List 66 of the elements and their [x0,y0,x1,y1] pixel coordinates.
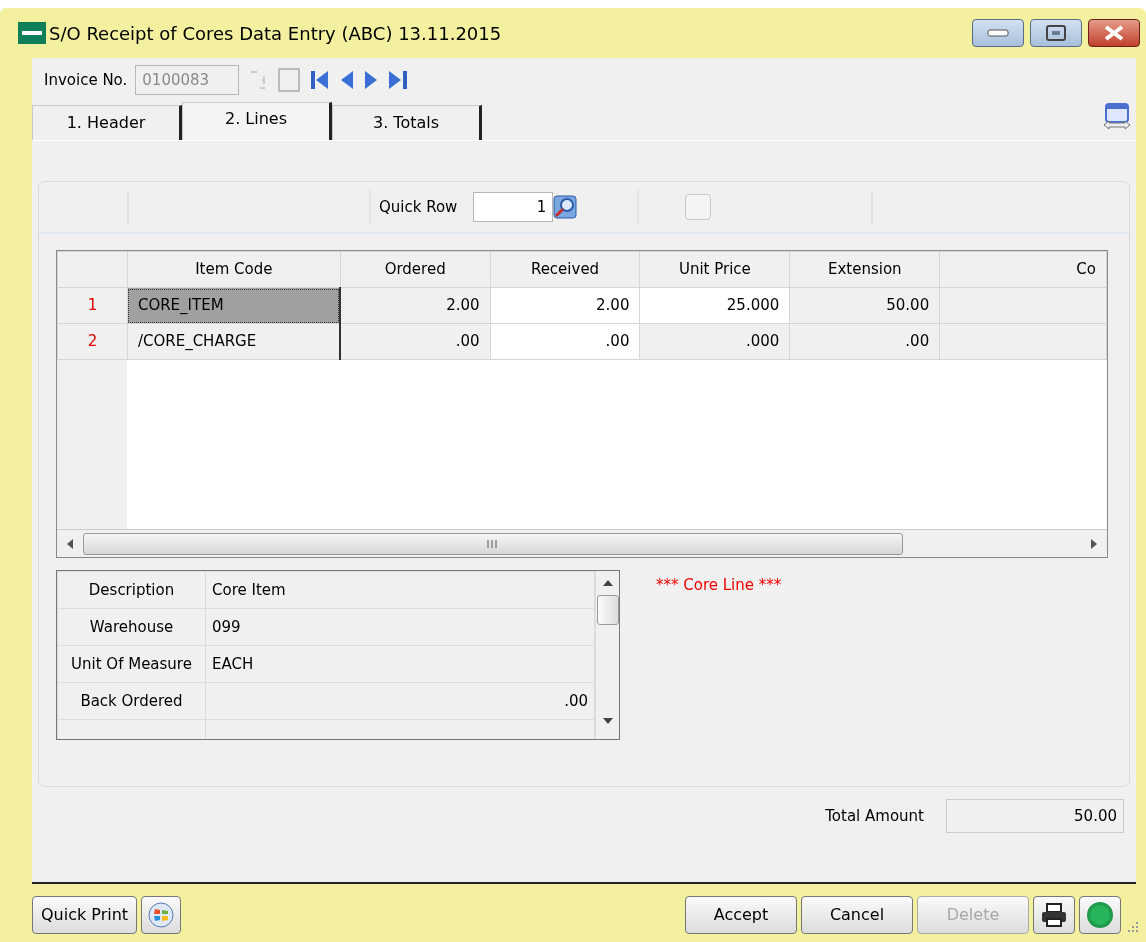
table-cell[interactable]: .000 [639,323,790,360]
detail-label: Back Ordered [57,682,206,720]
lookup-icon[interactable] [553,195,578,219]
table-cell[interactable]: 2.00 [340,287,491,324]
table-cell[interactable]: .00 [490,323,640,360]
scroll-down-icon[interactable] [601,717,614,725]
tab[interactable]: 3. Totals [332,105,482,140]
total-amount-field: 50.00 [946,799,1124,833]
table-cell[interactable]: .00 [340,323,491,360]
tab[interactable]: 2. Lines [182,102,332,140]
detail-value: 099 [205,608,595,646]
table-cell[interactable]: .00 [789,323,940,360]
minimize-icon [987,29,1009,37]
window-title: S/O Receipt of Cores Data Entry (ABC) 13.11.2015 [49,21,502,46]
close-icon [1103,25,1125,41]
detail-value: Core Item [205,571,595,609]
action-button[interactable]: Cancel [801,896,913,934]
maximize-icon [1046,25,1066,41]
help-icon [1086,901,1114,929]
minimize-button[interactable] [972,19,1024,47]
help-button[interactable] [1079,896,1121,934]
detail-label: Description [57,571,206,609]
table-cell[interactable]: 25.000 [639,287,790,324]
table-cell[interactable]: 50.00 [789,287,940,324]
detail-label: Warehouse [57,608,206,646]
scroll-up-icon[interactable] [601,579,614,587]
table-cell[interactable]: /CORE_CHARGE [127,323,341,360]
printer-icon [1040,902,1068,928]
scrollbar-thumb[interactable] [596,595,619,625]
table-cell[interactable]: CORE_ITEM [127,287,341,324]
scroll-right-icon[interactable] [1089,537,1099,550]
close-button[interactable] [1088,19,1140,47]
scroll-left-icon[interactable] [65,537,75,550]
quick-row-label: Quick Row [379,196,458,218]
detail-value: .00 [205,682,595,720]
column-header[interactable]: Item Code [127,251,341,288]
row-number[interactable]: 1 [57,287,128,324]
row-number[interactable]: 2 [57,323,128,360]
last-record-icon[interactable] [387,69,410,91]
action-button[interactable]: Accept [685,896,797,934]
action-button[interactable]: Quick Print [32,896,138,934]
column-header[interactable]: Received [490,251,640,288]
column-header[interactable]: Ordered [340,251,491,288]
detail-label: Unit Of Measure [57,645,206,683]
column-header[interactable]: Co [939,251,1107,288]
table-cell[interactable]: 2.00 [490,287,640,324]
table-cell[interactable] [939,323,1107,360]
windows-logo-button[interactable] [141,896,182,934]
column-header[interactable]: Extension [789,251,940,288]
printer-button[interactable] [1033,896,1075,934]
tab[interactable]: 1. Header [32,105,182,140]
table-cell[interactable] [939,287,1107,324]
previous-record-icon[interactable] [339,69,356,91]
resize-window-icon[interactable] [1102,102,1132,132]
core-line-note: *** Core Line *** [656,575,782,596]
scrollbar-thumb[interactable] [83,532,903,555]
corner-cell [57,251,128,288]
windows-logo-icon [148,902,175,928]
total-amount-label: Total Amount [825,805,924,827]
invoice-label: Invoice No. [44,69,128,91]
column-header[interactable]: Unit Price [639,251,790,288]
app-logo-icon [18,22,46,44]
detail-value: EACH [205,645,595,683]
faded-icon [277,67,302,93]
maximize-button[interactable] [1030,19,1082,47]
quick-row-field[interactable]: 1 [473,192,554,222]
